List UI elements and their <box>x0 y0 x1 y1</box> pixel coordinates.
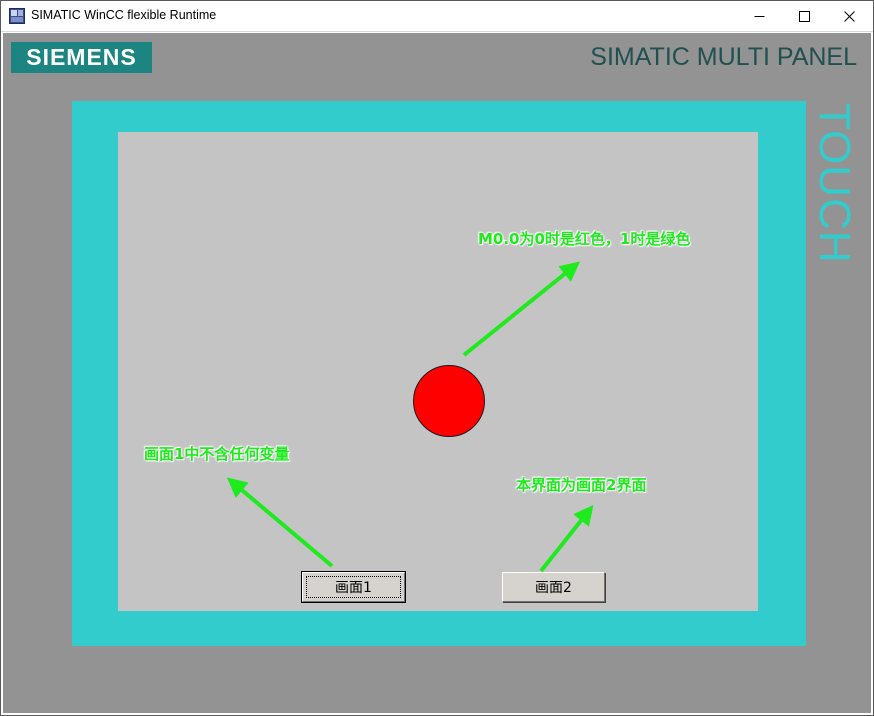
goto-screen2-button[interactable]: 画面2 <box>502 572 605 602</box>
minimize-button[interactable] <box>737 1 782 31</box>
goto-screen2-label: 画面2 <box>535 580 572 596</box>
m00-status-indicator <box>413 365 485 437</box>
title-bar[interactable]: SIMATIC WinCC flexible Runtime <box>1 1 873 32</box>
annotation-current-note: 本界面为画面2界面 <box>516 476 647 494</box>
goto-screen1-button[interactable]: 画面1 <box>301 571 406 603</box>
arrow-to-color-note <box>462 261 581 357</box>
hmi-screen: M0.0为0时是红色，1时是绿色 画面1中不含任何变量 本界面为画面2界面 画面… <box>118 132 758 611</box>
wincc-app-icon <box>9 8 25 24</box>
touch-side-label: TOUCH <box>810 103 859 264</box>
hmi-panel-bezel: SIEMENS SIMATIC MULTI PANEL TOUCH M0.0为0… <box>3 33 871 713</box>
panel-model-label: SIMATIC MULTI PANEL <box>590 43 857 71</box>
siemens-logo: SIEMENS <box>11 42 152 73</box>
screen-frame: M0.0为0时是红色，1时是绿色 画面1中不含任何变量 本界面为画面2界面 画面… <box>72 101 806 646</box>
maximize-icon <box>799 10 810 22</box>
focus-rectangle <box>306 576 401 598</box>
annotation-color-note: M0.0为0时是红色，1时是绿色 <box>478 230 691 248</box>
maximize-button[interactable] <box>782 1 827 31</box>
window-title: SIMATIC WinCC flexible Runtime <box>31 8 217 22</box>
app-window: SIMATIC WinCC flexible Runtime SIEMENS S… <box>0 0 874 716</box>
arrow-to-screen1-note <box>226 477 334 568</box>
close-icon <box>844 10 855 22</box>
minimize-icon <box>754 15 765 17</box>
annotation-screen1-note: 画面1中不含任何变量 <box>144 445 290 463</box>
arrow-to-current-note <box>539 504 594 573</box>
close-button[interactable] <box>827 1 872 31</box>
